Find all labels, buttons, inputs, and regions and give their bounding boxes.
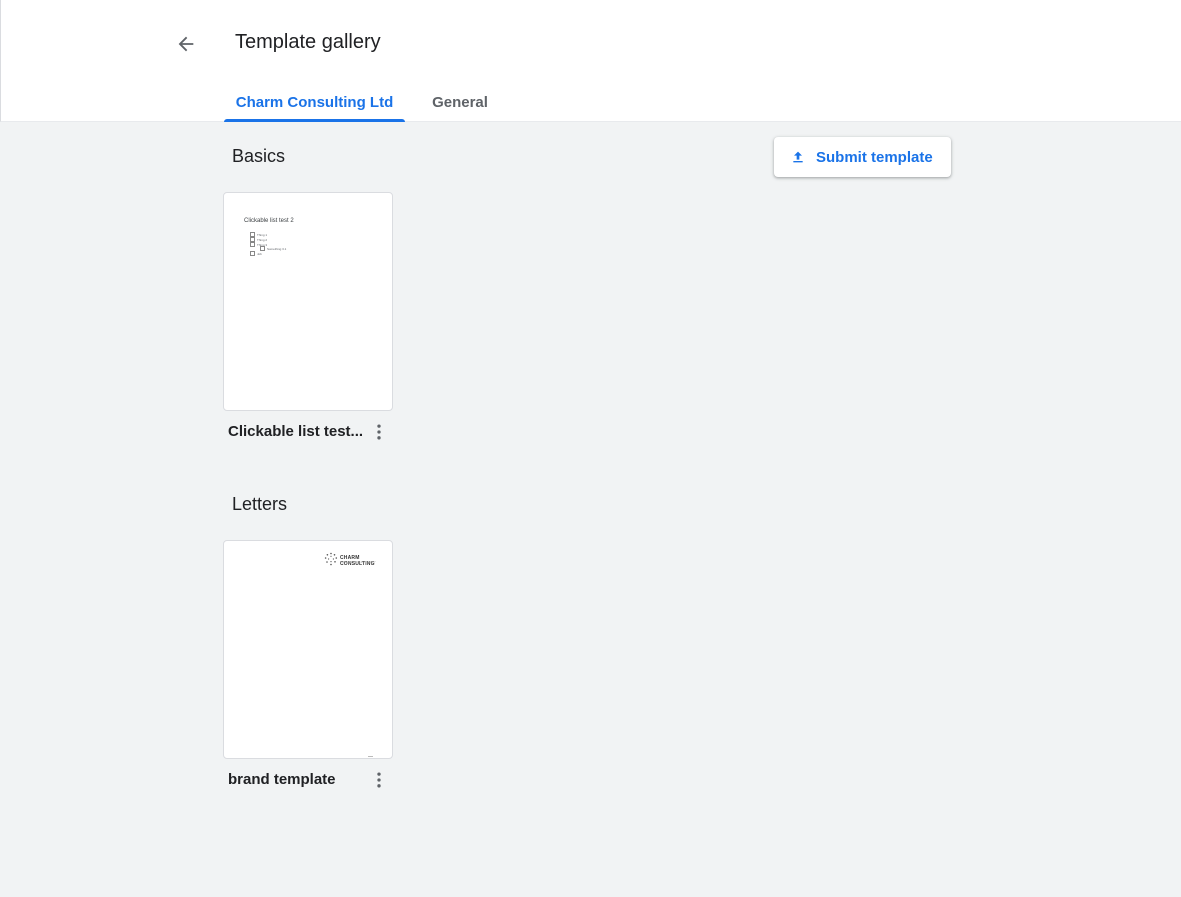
arrow-back-icon (178, 36, 194, 52)
more-options-button[interactable] (367, 768, 391, 792)
preview-logo-subtitle: BUSINESS ADVISORY (340, 561, 377, 564)
template-name[interactable]: brand template (228, 771, 368, 788)
tab-label: General (432, 94, 488, 111)
template-thumbnail-clickable-list[interactable]: Clickable list test 2 Thing 1 Thing 2 Th… (223, 192, 393, 411)
submit-template-button[interactable]: Submit template (774, 137, 951, 177)
template-thumbnail-brand[interactable]: CHARM CONSULTING BUSINESS ADVISORY (223, 540, 393, 759)
preview-list-item: Something 3.1 (260, 246, 286, 251)
page-title: Template gallery (235, 31, 381, 53)
preview-footer-mark (368, 756, 373, 757)
section-title-basics: Basics (232, 146, 286, 166)
back-button[interactable] (171, 29, 201, 59)
section-title-letters: Letters (232, 494, 288, 514)
more-vert-icon (377, 772, 381, 788)
upload-icon (793, 151, 803, 163)
brand-logo-icon (324, 552, 338, 566)
preview-list-item: Job (250, 251, 262, 256)
submit-template-label: Submit template (816, 148, 933, 166)
more-vert-icon (377, 424, 381, 440)
tab-general[interactable]: General (422, 94, 498, 122)
app-header: Template gallery Charm Consulting Ltd Ge… (0, 0, 1181, 122)
tab-label: Charm Consulting Ltd (235, 94, 394, 111)
active-tab-indicator (224, 119, 405, 122)
tab-charm-consulting[interactable]: Charm Consulting Ltd (224, 94, 405, 122)
more-options-button[interactable] (367, 420, 391, 444)
preview-title: Clickable list test 2 (244, 218, 294, 224)
template-name[interactable]: Clickable list test... (228, 423, 368, 440)
